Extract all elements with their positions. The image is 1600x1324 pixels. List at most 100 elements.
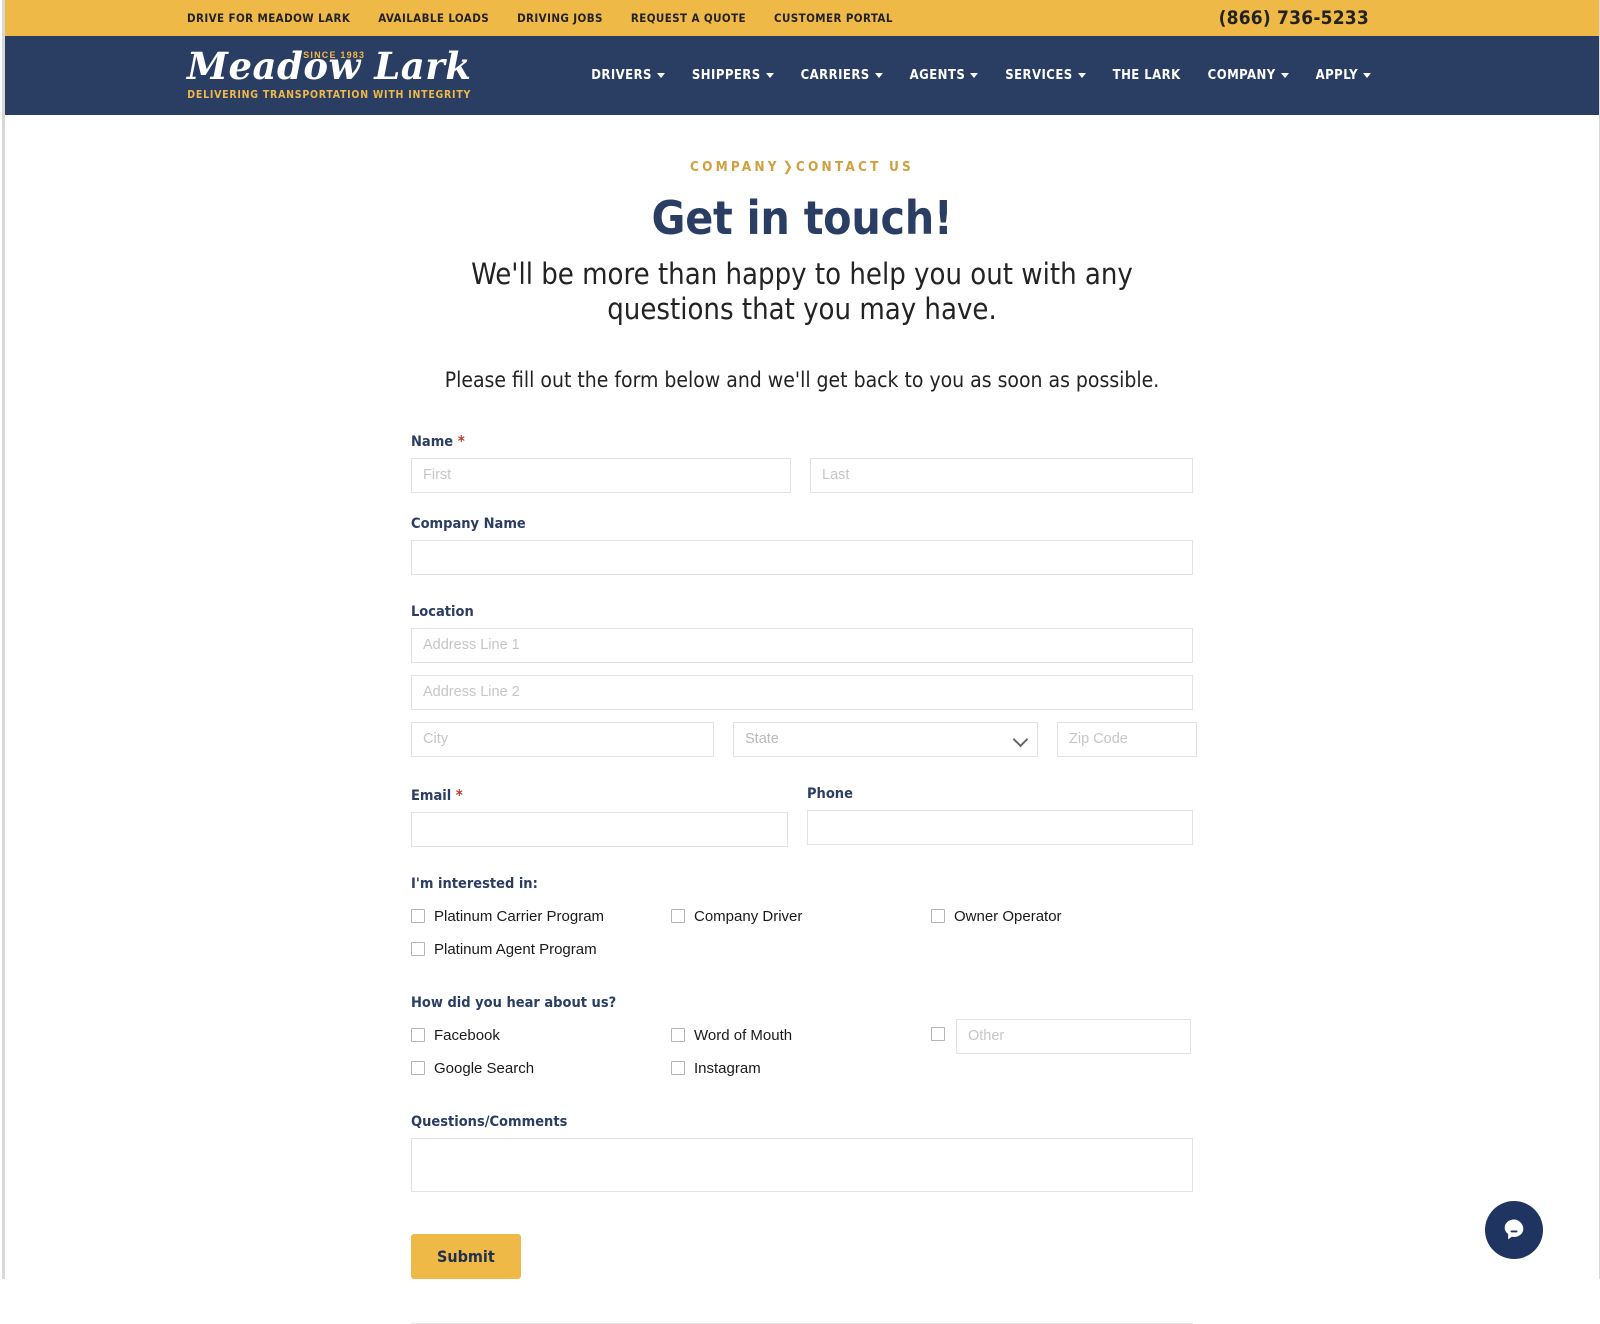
interested-column-3: Owner Operator bbox=[931, 900, 1191, 966]
nav-item-drivers[interactable]: DRIVERS bbox=[591, 68, 665, 83]
checkbox-facebook[interactable]: Facebook bbox=[411, 1019, 671, 1052]
phone-label: Phone bbox=[807, 785, 853, 802]
address-line-2-input[interactable] bbox=[411, 674, 1193, 710]
checkbox-label: Instagram bbox=[694, 1059, 761, 1077]
nav-item-the-lark[interactable]: THE LARK bbox=[1113, 68, 1181, 83]
nav-label-the-lark: THE LARK bbox=[1112, 68, 1181, 83]
logo-since: SINCE 1983 bbox=[303, 49, 366, 60]
email-label: Email * bbox=[411, 785, 463, 804]
hear-about-other bbox=[931, 1018, 1191, 1085]
city-state-zip-row: State bbox=[411, 721, 1197, 757]
phone-input[interactable] bbox=[807, 809, 1193, 845]
checkbox-icon[interactable] bbox=[671, 909, 685, 924]
nav-label-company: COMPANY bbox=[1207, 68, 1276, 83]
chevron-down-icon bbox=[765, 73, 774, 78]
utility-bar: DRIVE FOR MEADOW LARK AVAILABLE LOADS DR… bbox=[5, 0, 1599, 36]
submit-button[interactable]: Submit bbox=[411, 1233, 521, 1279]
city-input[interactable] bbox=[411, 721, 714, 757]
chevron-down-icon bbox=[656, 73, 665, 78]
comments-group: Questions/Comments bbox=[411, 1114, 1193, 1197]
chevron-down-icon bbox=[874, 73, 883, 78]
nav-item-shippers[interactable]: SHIPPERS bbox=[692, 68, 774, 83]
interested-label: I'm interested in: bbox=[411, 875, 538, 892]
breadcrumb-parent[interactable]: COMPANY bbox=[690, 159, 780, 175]
nav-item-agents[interactable]: AGENTS bbox=[910, 68, 979, 83]
company-name-input[interactable] bbox=[411, 539, 1193, 575]
hear-about-column-2: Word of Mouth Instagram bbox=[671, 1019, 931, 1085]
zip-code-input[interactable] bbox=[1057, 721, 1197, 757]
checkbox-label: Company Driver bbox=[694, 907, 803, 925]
email-input[interactable] bbox=[411, 811, 788, 847]
checkbox-platinum-agent-program[interactable]: Platinum Agent Program bbox=[411, 933, 671, 966]
chat-widget-button[interactable] bbox=[1485, 1201, 1543, 1259]
company-name-label: Company Name bbox=[411, 515, 526, 532]
comments-textarea[interactable] bbox=[411, 1137, 1193, 1192]
checkbox-icon[interactable] bbox=[411, 909, 425, 924]
checkbox-icon-other[interactable] bbox=[931, 1026, 945, 1041]
other-source-input[interactable] bbox=[956, 1018, 1191, 1054]
interested-column-2: Company Driver bbox=[671, 900, 931, 966]
hear-about-options: Facebook Google Search Word of Mouth Ins… bbox=[411, 1018, 1193, 1085]
checkbox-icon[interactable] bbox=[931, 909, 945, 924]
phone-number[interactable]: (866) 736-5233 bbox=[1219, 7, 1369, 29]
nav-item-apply[interactable]: APPLY bbox=[1316, 68, 1371, 83]
checkbox-icon[interactable] bbox=[671, 1028, 685, 1043]
checkbox-company-driver[interactable]: Company Driver bbox=[671, 900, 931, 933]
nav-label-shippers: SHIPPERS bbox=[691, 68, 761, 83]
utility-link-customer-portal[interactable]: CUSTOMER PORTAL bbox=[774, 11, 893, 25]
comments-label: Questions/Comments bbox=[411, 1113, 568, 1130]
hear-about-column-1: Facebook Google Search bbox=[411, 1019, 671, 1085]
checkbox-owner-operator[interactable]: Owner Operator bbox=[931, 900, 1191, 933]
company-field-group: Company Name bbox=[411, 516, 1193, 575]
checkbox-icon[interactable] bbox=[411, 1028, 425, 1043]
checkbox-label: Google Search bbox=[434, 1059, 535, 1077]
page-title: Get in touch! bbox=[651, 191, 953, 245]
checkbox-word-of-mouth[interactable]: Word of Mouth bbox=[671, 1019, 931, 1052]
checkbox-label: Facebook bbox=[434, 1026, 500, 1044]
breadcrumb-separator-icon: ❯ bbox=[782, 159, 793, 175]
checkbox-label: Platinum Carrier Program bbox=[434, 907, 605, 925]
utility-link-available-loads[interactable]: AVAILABLE LOADS bbox=[378, 11, 489, 25]
checkbox-label: Owner Operator bbox=[954, 907, 1062, 925]
hear-about-group: How did you hear about us? Facebook Goog… bbox=[411, 995, 1193, 1085]
nav-item-services[interactable]: SERVICES bbox=[1005, 68, 1086, 83]
nav-item-carriers[interactable]: CARRIERS bbox=[801, 68, 883, 83]
hero: COMPANY ❯ CONTACT US Get in touch! We'll b… bbox=[5, 115, 1599, 392]
chevron-down-icon bbox=[970, 73, 979, 78]
required-asterisk: * bbox=[455, 785, 463, 804]
checkbox-icon[interactable] bbox=[671, 1061, 685, 1076]
state-select-wrapper: State bbox=[733, 721, 1038, 757]
state-select[interactable]: State bbox=[733, 721, 1038, 757]
interested-group: I'm interested in: Platinum Carrier Prog… bbox=[411, 876, 1193, 966]
chevron-down-icon bbox=[1077, 73, 1086, 78]
page: DRIVE FOR MEADOW LARK AVAILABLE LOADS DR… bbox=[2, 0, 1600, 1324]
utility-link-driving-jobs[interactable]: DRIVING JOBS bbox=[517, 11, 603, 25]
first-name-input[interactable] bbox=[411, 457, 791, 493]
checkbox-platinum-carrier-program[interactable]: Platinum Carrier Program bbox=[411, 900, 671, 933]
nav-label-drivers: DRIVERS bbox=[591, 68, 652, 83]
nav-item-company[interactable]: COMPANY bbox=[1208, 68, 1289, 83]
checkbox-label: Word of Mouth bbox=[694, 1026, 793, 1044]
checkbox-icon[interactable] bbox=[411, 1061, 425, 1076]
checkbox-google-search[interactable]: Google Search bbox=[411, 1052, 671, 1085]
hero-instruction: Please fill out the form below and we'll… bbox=[444, 367, 1160, 392]
interested-options: Platinum Carrier Program Platinum Agent … bbox=[411, 900, 1193, 966]
hero-subtitle: We'll be more than happy to help you out… bbox=[471, 257, 1133, 327]
logo[interactable]: SINCE 1983 Meadow Lark DELIVERING TRANSP… bbox=[187, 46, 471, 100]
checkbox-icon[interactable] bbox=[411, 942, 425, 957]
name-label: Name * bbox=[411, 431, 465, 450]
email-phone-row: Email * Phone bbox=[411, 786, 1193, 847]
utility-link-request-a-quote[interactable]: REQUEST A QUOTE bbox=[631, 11, 746, 25]
utility-links: DRIVE FOR MEADOW LARK AVAILABLE LOADS DR… bbox=[187, 11, 893, 25]
checkbox-label: Platinum Agent Program bbox=[434, 940, 597, 958]
utility-link-drive-for-meadow-lark[interactable]: DRIVE FOR MEADOW LARK bbox=[187, 11, 350, 25]
last-name-input[interactable] bbox=[810, 457, 1193, 493]
main-nav: DRIVERS SHIPPERS CARRIERS AGENTS SERVICE… bbox=[591, 68, 1371, 83]
chevron-down-icon bbox=[1280, 73, 1289, 78]
address-line-1-input[interactable] bbox=[411, 627, 1193, 663]
nav-label-carriers: CARRIERS bbox=[800, 68, 870, 83]
email-field-group: Email * bbox=[411, 786, 788, 847]
checkbox-instagram[interactable]: Instagram bbox=[671, 1052, 931, 1085]
location-field-group: Location State bbox=[411, 604, 1197, 757]
phone-field-group: Phone bbox=[807, 786, 1193, 847]
